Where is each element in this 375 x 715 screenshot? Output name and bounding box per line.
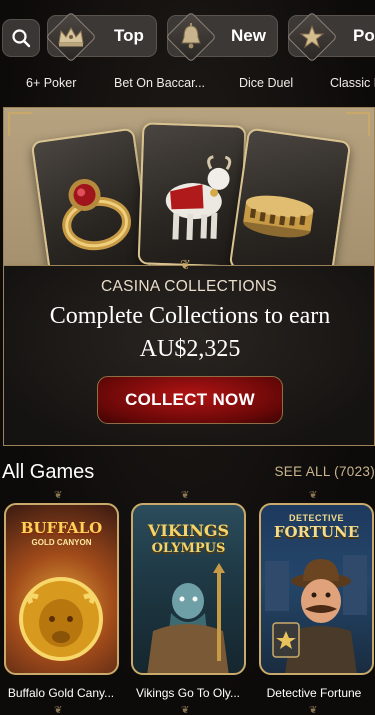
games-lobby-screen: Top New Po 6+ Poker Bet On Baccar... Dic… [0,0,375,715]
game-title[interactable]: Vikings Go To Oly... [127,686,249,700]
see-all-link[interactable]: SEE ALL (7023) [274,464,375,479]
divider-ornament: ❦ [309,490,318,501]
game-provider-text [133,511,244,517]
collection-card-ring [30,127,154,283]
game-title[interactable]: Buffalo Gold Cany... [0,686,122,700]
colosseum-icon [243,195,314,238]
search-button[interactable] [2,19,40,57]
game-tile-buffalo[interactable]: BUFFALO GOLD CANYON [4,503,119,675]
game-title[interactable]: Detective Fortune [253,686,375,700]
ring-icon [62,178,131,251]
chip-top-label: Top [114,26,144,45]
category-row: 6+ Poker Bet On Baccar... Dice Duel Clas… [0,74,375,94]
chip-new[interactable]: New [167,15,278,57]
buffalo-coin-icon [19,577,103,661]
collect-now-button[interactable]: COLLECT NOW [97,376,283,424]
crown-icon [46,12,96,62]
category-link[interactable]: Dice Duel [239,76,293,90]
divider-ornament: ❦ [181,490,190,501]
game-logo: DETECTIVE [288,513,344,523]
game-logo: VIKINGS [147,521,230,540]
filter-bar: Top New Po [0,0,375,72]
bull-icon [165,155,232,241]
viking-character-icon [147,563,229,673]
divider-ornament: ❦ [54,490,63,501]
category-link[interactable]: 6+ Poker [26,76,76,90]
game-logo-sub: GOLD CANYON [31,538,92,547]
banner-ornament: ❦ [180,258,191,273]
section-title: All Games [2,461,95,483]
divider-ornament: ❦ [54,705,63,715]
banner-subtitle: CASINA COLLECTIONS [101,278,277,295]
game-logo-sub: OLYMPUS [151,541,226,556]
banner-corner-ornament [346,112,370,136]
game-tile-detective[interactable]: DETECTIVE FORTUNE [259,503,374,675]
divider-ornament: ❦ [181,705,190,715]
game-logo: BUFFALO [20,519,103,537]
game-logo-sub: FORTUNE [273,523,360,541]
chip-new-label: New [231,26,266,45]
chip-popular[interactable]: Po [288,15,375,57]
banner-corner-ornament [8,112,32,136]
bell-icon [166,12,216,62]
game-tile-vikings[interactable]: VIKINGS OLYMPUS [131,503,246,675]
search-icon [12,29,31,48]
chip-top[interactable]: Top [47,15,157,57]
category-link[interactable]: Bet On Baccar... [114,76,205,90]
divider-ornament: ❦ [309,705,318,715]
detective-character-icon [265,555,367,673]
chip-popular-label: Po [353,26,375,45]
star-icon [287,12,337,62]
collection-card-bull [137,122,247,268]
category-link[interactable]: Classic P [330,76,375,90]
collection-card-colosseum [228,127,352,283]
banner-title: Complete Collections to earn AU$2,325 [49,303,331,362]
collections-banner[interactable]: ❦ CASINA COLLECTIONS Complete Collection… [3,107,375,446]
